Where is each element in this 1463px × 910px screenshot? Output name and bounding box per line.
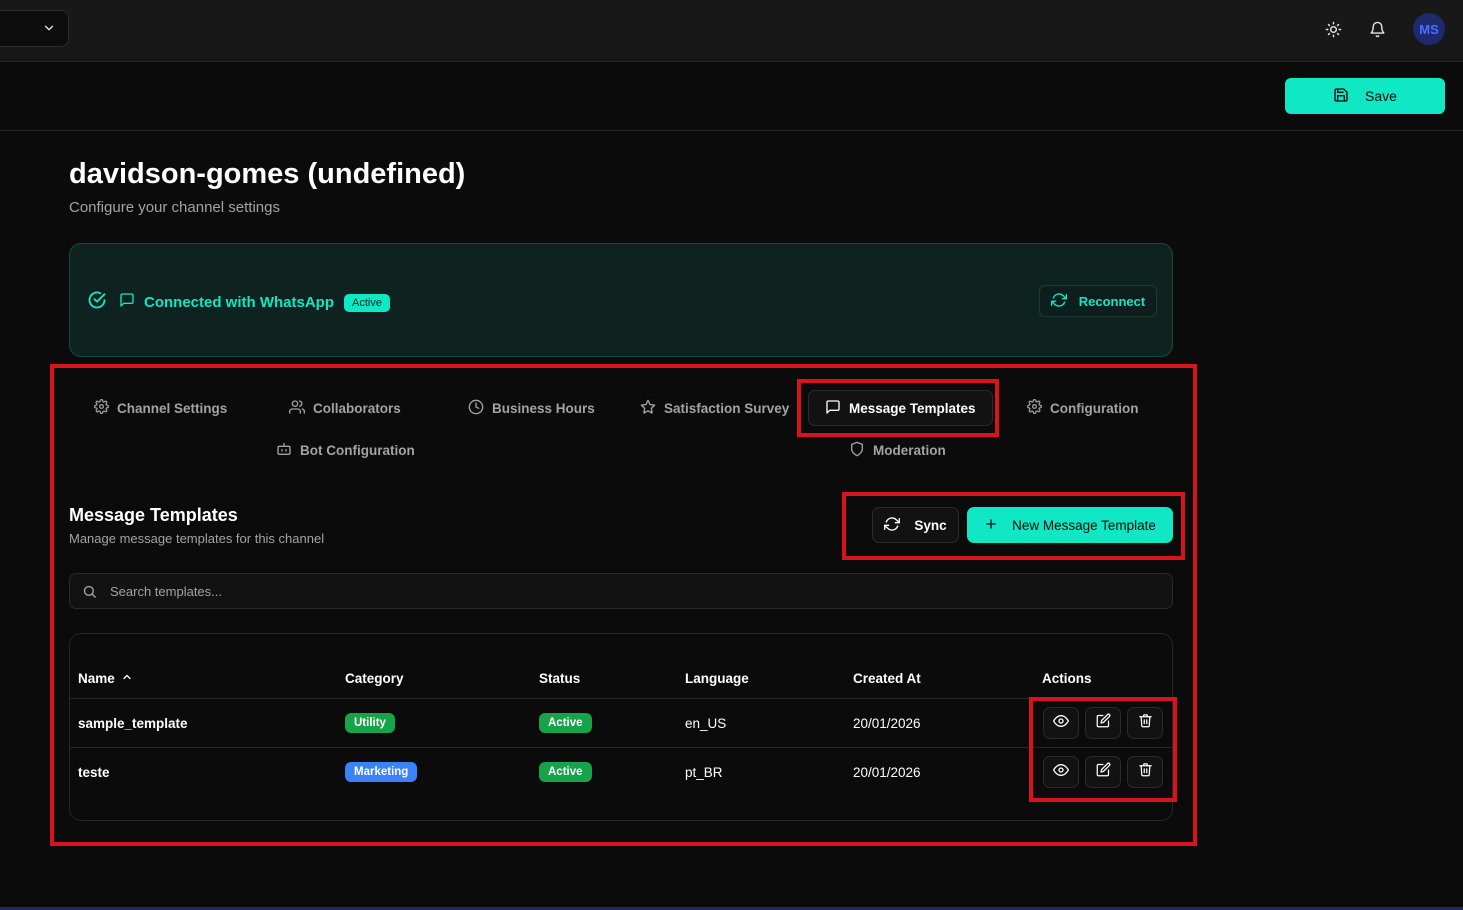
delete-button[interactable] [1127, 707, 1163, 739]
category-badge: Marketing [345, 762, 418, 782]
page-subtitle: Configure your channel settings [69, 199, 280, 216]
column-header-created-at: Created At [853, 671, 921, 686]
edit-icon [1096, 762, 1111, 782]
column-header-status: Status [539, 671, 581, 686]
chevron-up-icon [121, 671, 133, 686]
bot-icon [276, 441, 292, 460]
trash-icon [1138, 713, 1153, 733]
search-icon [82, 584, 97, 604]
sync-button[interactable]: Sync [872, 507, 959, 543]
trash-icon [1138, 762, 1153, 782]
eye-icon [1053, 713, 1069, 734]
column-header-language: Language [685, 671, 749, 686]
status-badge: Active [344, 293, 390, 312]
refresh-icon [1050, 292, 1067, 311]
save-label: Save [1365, 88, 1397, 104]
new-message-template-button[interactable]: New Message Template [967, 507, 1173, 543]
save-button[interactable]: Save [1285, 78, 1445, 114]
connection-status-text: Connected with WhatsApp [144, 294, 334, 311]
reconnect-label: Reconnect [1078, 293, 1146, 309]
tab-bot-configuration[interactable]: Bot Configuration [276, 432, 415, 468]
eye-icon [1053, 762, 1069, 783]
tab-channel-settings[interactable]: Channel Settings [94, 390, 227, 426]
view-button[interactable] [1043, 756, 1079, 788]
template-language: en_US [685, 716, 727, 731]
tab-satisfaction-survey[interactable]: Satisfaction Survey [640, 390, 789, 426]
view-button[interactable] [1043, 707, 1079, 739]
divider [70, 698, 1172, 699]
gear-icon [94, 399, 109, 417]
tab-label: Channel Settings [117, 400, 228, 416]
tab-message-templates[interactable]: Message Templates [808, 390, 993, 426]
chevron-down-icon [42, 21, 56, 40]
tab-collaborators[interactable]: Collaborators [289, 390, 401, 426]
sun-icon[interactable] [1322, 18, 1344, 40]
tab-label: Collaborators [313, 400, 401, 416]
new-template-label: New Message Template [1012, 517, 1156, 533]
tab-configuration[interactable]: Configuration [1027, 390, 1138, 426]
search-bar [69, 573, 1173, 609]
column-header-category: Category [345, 671, 404, 686]
templates-table: Name Category Status Language Created At… [69, 633, 1173, 821]
message-square-icon [119, 292, 135, 313]
shield-icon [849, 441, 865, 460]
template-name: sample_template [78, 716, 188, 731]
section-title: Message Templates [69, 505, 238, 525]
workspace-select[interactable] [0, 10, 69, 47]
plus-icon [984, 517, 998, 534]
tab-label: Configuration [1050, 400, 1139, 416]
edit-button[interactable] [1085, 756, 1121, 788]
search-input[interactable] [110, 574, 1160, 608]
bell-icon[interactable] [1366, 18, 1388, 40]
tab-label: Satisfaction Survey [664, 400, 790, 416]
avatar[interactable]: MS [1413, 13, 1445, 45]
page-title: davidson-gomes (undefined) [69, 158, 466, 190]
action-bar: Save [0, 62, 1463, 131]
category-badge: Utility [345, 713, 395, 733]
template-language: pt_BR [685, 765, 723, 780]
column-header-actions: Actions [1042, 671, 1092, 686]
status-badge: Active [539, 762, 592, 782]
connection-card: Connected with WhatsApp Active Reconnect [69, 243, 1173, 357]
template-created-at: 20/01/2026 [853, 716, 921, 731]
check-circle-icon [87, 290, 107, 315]
delete-button[interactable] [1127, 756, 1163, 788]
top-bar: MS [0, 0, 1463, 62]
tab-business-hours[interactable]: Business Hours [468, 390, 595, 426]
section-subtitle: Manage message templates for this channe… [69, 531, 325, 546]
edit-icon [1096, 713, 1111, 733]
template-name: teste [78, 765, 110, 780]
column-header-name[interactable]: Name [78, 671, 133, 686]
save-icon [1333, 87, 1349, 106]
template-created-at: 20/01/2026 [853, 765, 921, 780]
users-icon [289, 399, 306, 418]
refresh-icon [884, 516, 901, 535]
tab-label: Message Templates [849, 400, 976, 416]
edit-button[interactable] [1085, 707, 1121, 739]
tab-moderation[interactable]: Moderation [849, 432, 946, 468]
status-badge: Active [539, 713, 592, 733]
gear-icon [1027, 399, 1042, 417]
clock-icon [468, 399, 484, 418]
message-square-icon [825, 399, 841, 418]
reconnect-button[interactable]: Reconnect [1039, 285, 1157, 317]
tab-label: Moderation [873, 442, 946, 458]
star-icon [640, 399, 656, 418]
tab-label: Bot Configuration [300, 442, 415, 458]
sync-label: Sync [914, 517, 947, 533]
tab-label: Business Hours [492, 400, 595, 416]
divider [70, 747, 1172, 748]
